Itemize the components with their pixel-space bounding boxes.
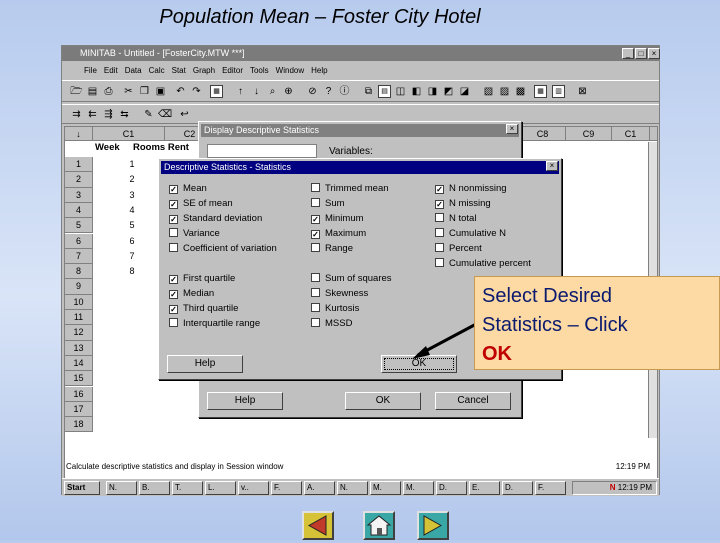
previous-slide-button[interactable] [302, 511, 334, 540]
callout-arrow [412, 320, 481, 359]
home-icon [366, 515, 392, 536]
arrow-head [412, 346, 430, 359]
next-arrow-icon [423, 515, 443, 536]
callout-ok: OK [482, 343, 512, 365]
next-slide-button[interactable] [417, 511, 449, 540]
instruction-callout: Select Desired Statistics – Click OK [474, 276, 720, 370]
home-slide-button[interactable] [363, 511, 395, 540]
callout-line-1: Select Desired [482, 285, 613, 307]
callout-line-2: Statistics – Click [482, 314, 628, 336]
previous-arrow-icon [307, 515, 327, 536]
